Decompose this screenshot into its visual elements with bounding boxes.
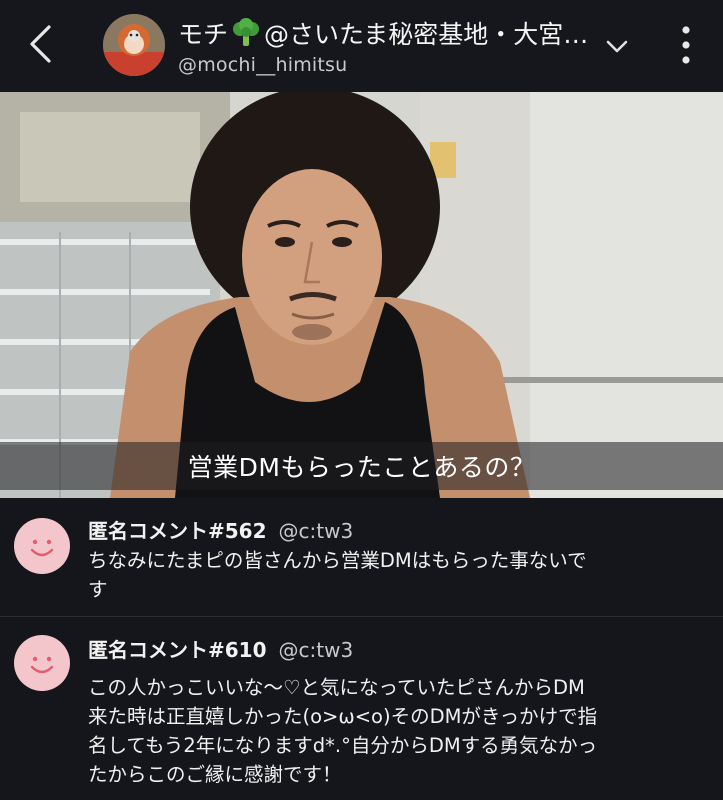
comment-text: この人かっこいいな〜♡と気になっていたピさんからDM 来た時は正直嬉しかった(o… [88,676,598,786]
smiley-icon [30,539,54,557]
more-vertical-icon [682,26,690,64]
profile-name-part2: @さいたま秘密基地・大宮… [264,20,589,49]
comment-text: ちなみにたまピの皆さんから営業DMはもらった事ないで す [88,549,587,601]
comment-header: 匿名コメント#610 @c:tw3 [88,634,353,663]
chevron-down-icon [606,40,628,53]
smiley-icon [30,656,54,674]
comment-title: 匿名コメント#562 [88,519,267,543]
comment-avatar [14,518,70,574]
profile-handle: @mochi__himitsu [178,54,348,76]
comment-user: @c:tw3 [278,638,354,662]
comment-avatar [14,635,70,691]
comment-header: 匿名コメント#562 @c:tw3 [88,515,353,544]
header-bar: モチ @さいたま秘密基地・大宮… @mochi__himitsu [0,0,723,92]
comment-user: @c:tw3 [278,519,354,543]
caption-bar: 営業DMもらったことあるの？ [0,442,723,490]
video-frame [0,92,723,498]
back-arrow-icon [30,25,51,63]
profile-title[interactable]: モチ @さいたま秘密基地・大宮… [178,16,598,50]
back-button[interactable] [22,22,58,66]
video-caption: 営業DMもらったことあるの？ [187,453,536,482]
comment-item[interactable]: 匿名コメント#562 @c:tw3 ちなみにたまピの皆さんから営業DMはもらった事… [0,498,723,616]
video-player[interactable]: 営業DMもらったことあるの？ [0,92,723,498]
comment-item[interactable]: 匿名コメント#610 @c:tw3 この人かっこいいな〜♡と気になっていたピさんか… [0,617,723,800]
profile-avatar[interactable] [103,14,165,76]
profile-name-part1: モチ [178,20,229,49]
broccoli-icon [230,18,262,48]
expand-button[interactable] [602,32,632,62]
more-options-button[interactable] [672,20,700,70]
comment-title: 匿名コメント#610 [88,638,267,662]
